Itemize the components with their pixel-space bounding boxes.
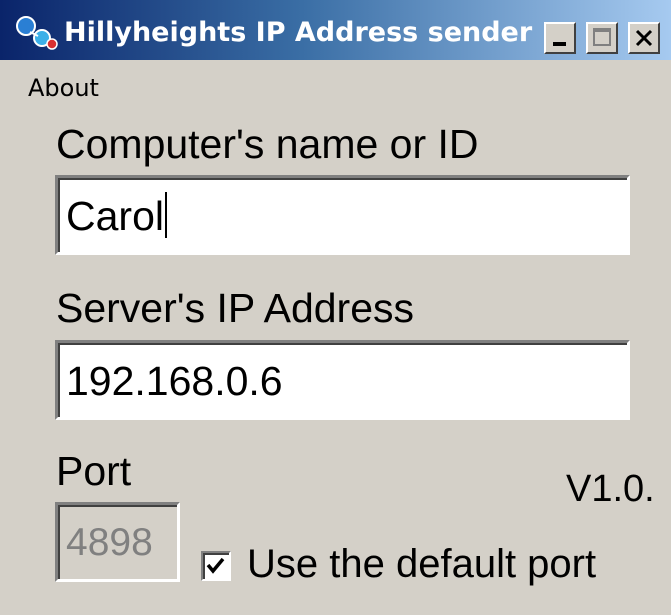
port-value: 4898	[66, 521, 153, 564]
server-ip-value: 192.168.0.6	[66, 358, 283, 404]
menu-bar: About	[0, 62, 671, 110]
computer-name-input[interactable]: Carol	[55, 175, 630, 255]
computer-name-label: Computer's name or ID	[56, 121, 479, 167]
minimize-button[interactable]	[544, 22, 576, 54]
maximize-icon	[593, 28, 611, 46]
close-icon	[635, 29, 653, 47]
title-bar[interactable]: Hillyheights IP Address sender	[0, 0, 671, 60]
default-port-label[interactable]: Use the default port	[247, 540, 596, 588]
minimize-icon	[553, 42, 566, 46]
menu-item-about[interactable]: About	[28, 74, 99, 102]
app-window: Hillyheights IP Address sender About Com…	[0, 0, 671, 615]
version-label: V1.0.	[566, 468, 655, 510]
checkmark-icon	[206, 557, 225, 574]
default-port-checkbox[interactable]	[201, 551, 231, 581]
server-ip-label: Server's IP Address	[56, 285, 415, 331]
port-label: Port	[56, 448, 132, 494]
close-button[interactable]	[628, 22, 660, 54]
server-ip-input[interactable]: 192.168.0.6	[55, 340, 630, 420]
port-input: 4898	[55, 502, 180, 582]
maximize-button[interactable]	[586, 22, 618, 54]
app-network-icon[interactable]	[14, 14, 62, 52]
window-title: Hillyheights IP Address sender	[64, 17, 533, 48]
text-caret	[164, 192, 167, 238]
computer-name-value: Carol	[66, 193, 164, 239]
